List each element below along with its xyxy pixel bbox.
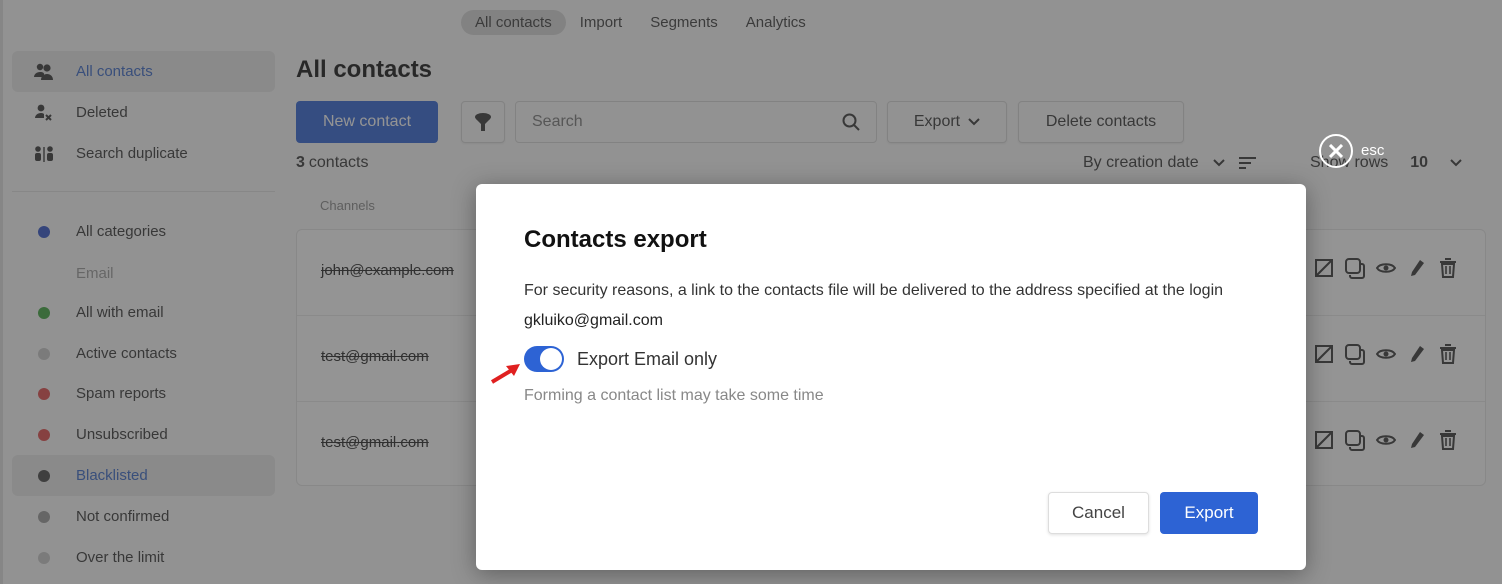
modal-description: For security reasons, a link to the cont…	[524, 282, 1224, 299]
annotation-arrow-icon	[490, 364, 520, 384]
cancel-button[interactable]: Cancel	[1048, 492, 1149, 534]
close-modal-button[interactable]: esc	[1319, 134, 1384, 168]
toggle-knob	[540, 348, 562, 370]
export-email-only-row: Export Email only	[524, 346, 717, 372]
modal-hint: Forming a contact list may take some tim…	[524, 387, 824, 404]
toggle-label: Export Email only	[577, 348, 718, 369]
login-email: gkluiko@gmail.com	[524, 312, 663, 329]
esc-label: esc	[1361, 142, 1385, 159]
close-icon	[1319, 134, 1353, 168]
export-email-only-toggle[interactable]	[524, 346, 564, 372]
export-button[interactable]: Export	[1160, 492, 1258, 534]
contacts-export-modal: Contacts export For security reasons, a …	[476, 184, 1306, 570]
modal-title: Contacts export	[524, 226, 707, 253]
